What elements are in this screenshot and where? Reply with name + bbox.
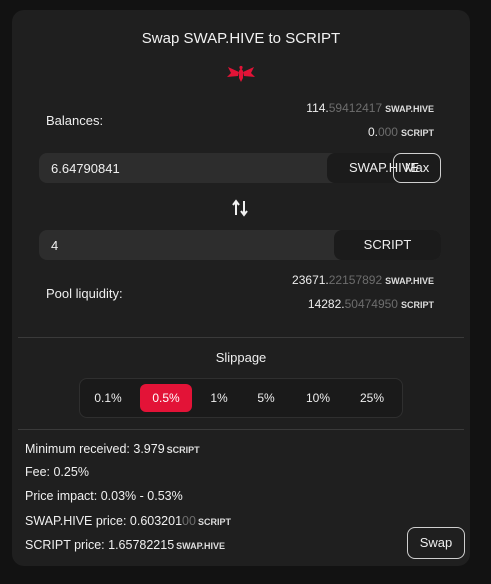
- minimum-received: Minimum received: 3.979 SCRIPT: [25, 442, 200, 456]
- min-received-unit: SCRIPT: [166, 445, 200, 455]
- swap-vertical-arrows-icon[interactable]: [232, 199, 248, 217]
- swap-button[interactable]: Swap: [407, 527, 465, 559]
- balance-script: 0.000 SCRIPT: [368, 125, 434, 139]
- swap-card: Swap SWAP.HIVE to SCRIPT Balances: 114.5…: [12, 10, 470, 566]
- script-price-value: 1.65782215: [108, 538, 175, 552]
- hive-price-dim: 00: [182, 514, 196, 528]
- min-received-label: Minimum received:: [25, 442, 134, 456]
- slippage-option-25[interactable]: 25%: [352, 384, 392, 412]
- slippage-option-0-5[interactable]: 0.5%: [140, 384, 192, 412]
- balance-swap-hive: 114.59412417 SWAP.HIVE: [306, 101, 434, 115]
- script-price-label: SCRIPT price:: [25, 538, 109, 552]
- from-amount-field[interactable]: 6.64790841 SWAP.HIVE: [39, 153, 441, 183]
- hive-price-unit: SCRIPT: [197, 517, 231, 527]
- script-price: SCRIPT price: 1.65782215 SWAP.HIVE: [25, 538, 225, 552]
- divider: [18, 337, 464, 338]
- balance-hive-dec: 59412417: [328, 101, 383, 115]
- balance-script-unit: SCRIPT: [400, 128, 434, 138]
- max-button[interactable]: Max: [393, 153, 441, 183]
- slippage-title: Slippage: [215, 350, 267, 365]
- pool-script-unit: SCRIPT: [400, 300, 434, 310]
- pool-swap-hive: 23671.22157892 SWAP.HIVE: [292, 273, 434, 287]
- slippage-option-0-1[interactable]: 0.1%: [86, 384, 130, 412]
- pool-hive-unit: SWAP.HIVE: [385, 276, 434, 286]
- hive-price-value: 0.603201: [129, 514, 183, 528]
- pool-hive-int: 23671.: [292, 273, 329, 287]
- balance-hive-unit: SWAP.HIVE: [385, 104, 434, 114]
- divider: [18, 429, 464, 430]
- fee-text: Fee: 0.25%: [25, 465, 89, 479]
- swap-title: Swap SWAP.HIVE to SCRIPT: [141, 30, 341, 47]
- balances-label: Balances:: [46, 113, 104, 128]
- slippage-option-1[interactable]: 1%: [204, 384, 234, 412]
- slippage-options: 0.1% 0.5% 1% 5% 10% 25%: [79, 378, 403, 418]
- swap-hive-price: SWAP.HIVE price: 0.60320100 SCRIPT: [25, 514, 231, 528]
- balance-hive-int: 114.: [306, 101, 329, 115]
- slippage-option-5[interactable]: 5%: [250, 384, 282, 412]
- to-token-selector[interactable]: SCRIPT: [334, 230, 441, 260]
- to-amount-field[interactable]: 4 SCRIPT: [39, 230, 441, 260]
- pool-script-dec: 50474950: [344, 297, 398, 311]
- to-amount-input[interactable]: 4: [51, 238, 58, 253]
- pool-liquidity-label: Pool liquidity:: [46, 286, 123, 301]
- price-impact-text: Price impact: 0.03% - 0.53%: [25, 489, 183, 503]
- pool-script-int: 14282.: [307, 297, 345, 311]
- hive-bee-logo-icon: [227, 65, 255, 82]
- balance-script-int: 0.: [367, 125, 378, 139]
- hive-price-label: SWAP.HIVE price:: [25, 514, 130, 528]
- balance-script-dec: 000: [377, 125, 398, 139]
- pool-hive-dec: 22157892: [328, 273, 383, 287]
- slippage-option-10[interactable]: 10%: [298, 384, 338, 412]
- from-amount-input[interactable]: 6.64790841: [51, 161, 120, 176]
- script-price-unit: SWAP.HIVE: [176, 541, 226, 551]
- pool-script: 14282.50474950 SCRIPT: [308, 297, 434, 311]
- min-received-value: 3.979: [133, 442, 165, 456]
